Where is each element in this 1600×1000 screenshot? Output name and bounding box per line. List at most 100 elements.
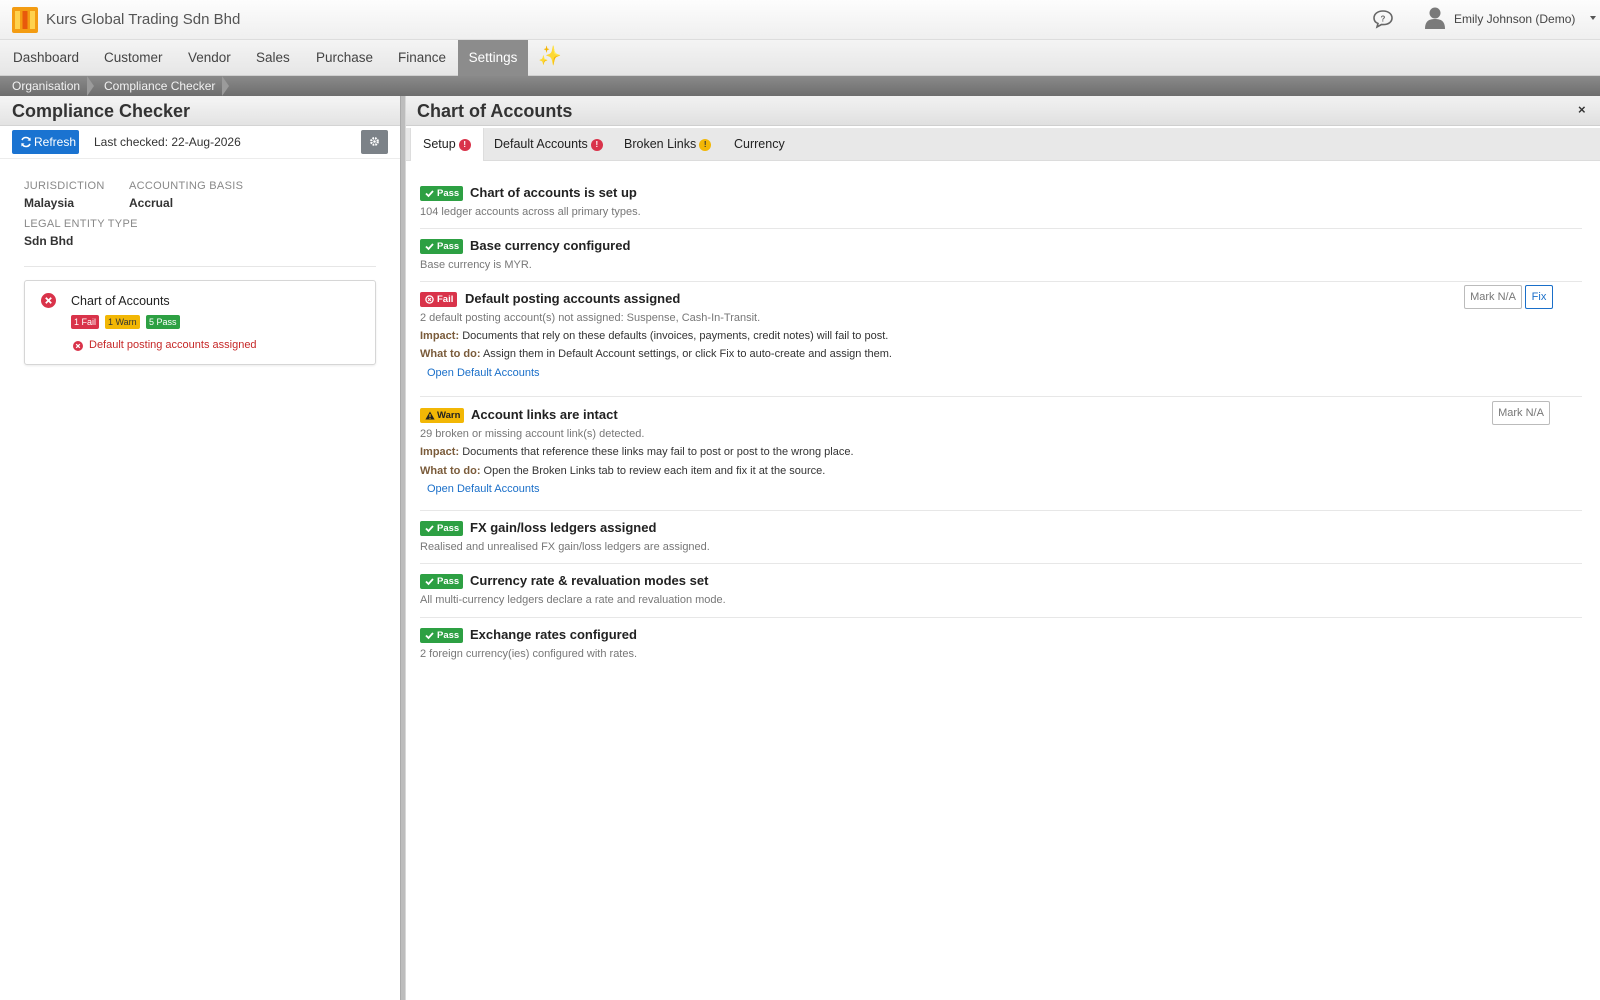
nav-settings[interactable]: Settings: [458, 40, 528, 76]
error-circle-icon: [41, 293, 56, 308]
tab-broken-links[interactable]: Broken Links!: [612, 128, 724, 161]
last-checked: Last checked: 22-Aug-2026: [94, 135, 241, 149]
check-description: 2 default posting account(s) not assigne…: [420, 312, 761, 324]
open-default-accounts-link[interactable]: Open Default Accounts: [427, 483, 540, 495]
divider: [420, 396, 1582, 397]
user-menu-caret-icon[interactable]: [1590, 16, 1596, 20]
accounting-basis-label: ACCOUNTING BASIS: [129, 180, 244, 192]
tab-default-accounts[interactable]: Default Accounts!: [482, 128, 610, 161]
pass-badge: Pass: [420, 574, 464, 589]
check-title: Currency rate & revaluation modes set: [470, 573, 709, 588]
error-circle-icon: [425, 295, 434, 304]
legal-entity-label: LEGAL ENTITY TYPE: [24, 218, 138, 230]
tab-currency[interactable]: Currency: [722, 128, 802, 161]
check-title: FX gain/loss ledgers assigned: [470, 520, 657, 535]
check-description: All multi-currency ledgers declare a rat…: [420, 594, 726, 606]
tab-default-accounts-label: Default Accounts: [494, 137, 588, 151]
check-description: 104 ledger accounts across all primary t…: [420, 206, 641, 218]
left-panel: Compliance Checker Refresh Last checked:…: [0, 96, 400, 1000]
mark-na-button[interactable]: Mark N/A: [1464, 285, 1522, 309]
pass-badge: Pass: [420, 239, 464, 254]
pass-badge: Pass: [420, 186, 464, 201]
accounting-basis-value: Accrual: [129, 196, 174, 210]
breadcrumb: Organisation Compliance Checker: [0, 76, 1600, 96]
fail-count-badge: 1 Fail: [71, 315, 100, 329]
breadcrumb-separator-icon: [87, 76, 94, 96]
main-nav: Dashboard Customer Vendor Sales Purchase…: [0, 40, 1600, 76]
right-panel: Chart of Accounts × Setup! Default Accou…: [406, 96, 1600, 1000]
check-icon: [425, 525, 434, 533]
pass-badge: Pass: [420, 521, 464, 536]
refresh-label: Refresh: [34, 135, 77, 149]
divider: [0, 158, 400, 159]
top-bar: Kurs Global Trading Sdn Bhd ? Emily John…: [0, 0, 1600, 40]
tab-setup-label: Setup: [423, 137, 456, 151]
compliance-card-chart-of-accounts[interactable]: Chart of Accounts 1 Fail 1 Warn 5 Pass D…: [24, 280, 376, 365]
chat-icon[interactable]: ?: [1372, 9, 1394, 29]
nav-purchase[interactable]: Purchase: [316, 40, 373, 76]
tab-broken-links-label: Broken Links: [624, 137, 697, 151]
warning-icon: [425, 411, 435, 420]
card-issue-link[interactable]: Default posting accounts assigned: [89, 339, 257, 351]
pass-count-badge: 5 Pass: [146, 315, 180, 329]
check-title: Default posting accounts assigned: [465, 291, 681, 306]
page-title: Compliance Checker: [12, 101, 191, 121]
pass-badge: Pass: [420, 628, 464, 643]
impact-text: Impact: Documents that rely on these def…: [420, 330, 889, 342]
warn-count-badge: 1 Warn: [105, 315, 140, 329]
divider: [420, 281, 1582, 282]
jurisdiction-label: JURISDICTION: [24, 180, 105, 192]
jurisdiction-value: Malaysia: [24, 196, 75, 210]
refresh-button[interactable]: Refresh: [12, 130, 79, 154]
nav-vendor[interactable]: Vendor: [188, 40, 231, 76]
settings-button[interactable]: [361, 130, 388, 154]
nav-customer[interactable]: Customer: [104, 40, 163, 76]
divider: [420, 228, 1582, 229]
sparkle-icon[interactable]: ✨: [538, 45, 562, 69]
tab-bar: Setup! Default Accounts! Broken Links! C…: [406, 128, 1600, 161]
legal-entity-value: Sdn Bhd: [24, 234, 74, 248]
check-title: Exchange rates configured: [470, 627, 637, 642]
check-description: Base currency is MYR.: [420, 259, 532, 271]
nav-dashboard[interactable]: Dashboard: [13, 40, 79, 76]
what-to-do-text: What to do: Open the Broken Links tab to…: [420, 465, 826, 477]
mark-na-button[interactable]: Mark N/A: [1492, 401, 1550, 425]
check-icon: [425, 632, 434, 640]
right-panel-header: Chart of Accounts ×: [406, 96, 1600, 126]
refresh-icon: [21, 136, 31, 148]
user-avatar-icon[interactable]: [1424, 6, 1446, 30]
breadcrumb-compliance-checker[interactable]: Compliance Checker: [104, 76, 215, 96]
panel-title: Chart of Accounts: [417, 101, 573, 121]
divider: [420, 510, 1582, 511]
app-logo-icon[interactable]: [12, 7, 38, 33]
check-description: 29 broken or missing account link(s) det…: [420, 428, 645, 440]
breadcrumb-organisation[interactable]: Organisation: [12, 76, 80, 96]
warning-icon: !: [699, 138, 712, 151]
tab-currency-label: Currency: [734, 137, 785, 151]
check-icon: [425, 243, 434, 251]
gear-icon: [370, 137, 379, 146]
alert-icon: !: [458, 138, 471, 151]
nav-finance[interactable]: Finance: [398, 40, 446, 76]
left-panel-header: Compliance Checker: [0, 96, 400, 126]
check-description: 2 foreign currency(ies) configured with …: [420, 648, 638, 660]
fix-button[interactable]: Fix: [1525, 285, 1553, 309]
user-name[interactable]: Emily Johnson (Demo): [1454, 12, 1575, 26]
fail-badge: Fail: [420, 292, 458, 307]
error-circle-icon: [73, 341, 83, 351]
check-icon: [425, 190, 434, 198]
close-icon[interactable]: ×: [1578, 103, 1586, 117]
check-icon: [425, 578, 434, 586]
impact-text: Impact: Documents that reference these l…: [420, 446, 854, 458]
alert-icon: !: [590, 138, 603, 151]
check-title: Chart of accounts is set up: [470, 185, 637, 200]
nav-sales[interactable]: Sales: [256, 40, 290, 76]
svg-text:?: ?: [1381, 15, 1386, 24]
warn-badge: Warn: [420, 408, 465, 423]
tab-setup[interactable]: Setup!: [410, 128, 484, 161]
open-default-accounts-link[interactable]: Open Default Accounts: [427, 367, 540, 379]
card-title: Chart of Accounts: [71, 294, 170, 308]
divider: [420, 617, 1582, 618]
app-title[interactable]: Kurs Global Trading Sdn Bhd: [46, 11, 240, 28]
breadcrumb-separator-icon: [222, 76, 229, 96]
